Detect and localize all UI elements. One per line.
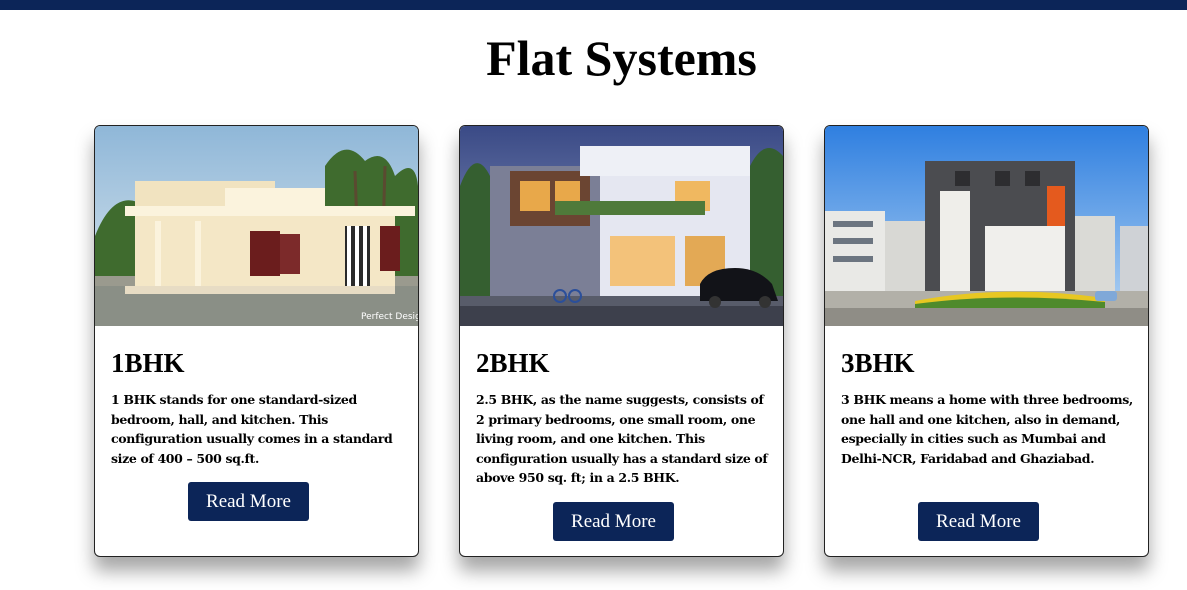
card-grid: Perfect Design 1BHK 1 BHK stands for one… xyxy=(94,125,1150,558)
read-more-button[interactable]: Read More xyxy=(188,482,309,521)
card-1bhk: Perfect Design 1BHK 1 BHK stands for one… xyxy=(94,125,419,557)
house-image-2bhk xyxy=(460,126,783,326)
house-illustration: Perfect Design xyxy=(95,126,418,326)
apartment-image-3bhk xyxy=(825,126,1148,326)
page-title: Flat Systems xyxy=(486,30,757,86)
card-title: 2BHK xyxy=(476,348,550,378)
house-illustration xyxy=(460,126,783,326)
card-description: 3 BHK means a home with three bedrooms, … xyxy=(841,392,1133,466)
card-description: 2.5 BHK, as the name suggests, consists … xyxy=(476,392,768,486)
card-description: 1 BHK stands for one standard-sized bedr… xyxy=(111,392,393,466)
card-3bhk: 3BHK 3 BHK means a home with three bedro… xyxy=(824,125,1149,557)
watermark: Perfect Design xyxy=(361,312,418,322)
top-bar xyxy=(0,0,1187,10)
house-image-1bhk: Perfect Design xyxy=(95,126,418,326)
card-title: 1BHK xyxy=(111,348,185,378)
card-title: 3BHK xyxy=(841,348,915,378)
read-more-button[interactable]: Read More xyxy=(918,502,1039,541)
card-2bhk: 2BHK 2.5 BHK, as the name suggests, cons… xyxy=(459,125,784,557)
read-more-button[interactable]: Read More xyxy=(553,502,674,541)
apartment-illustration xyxy=(825,126,1148,326)
